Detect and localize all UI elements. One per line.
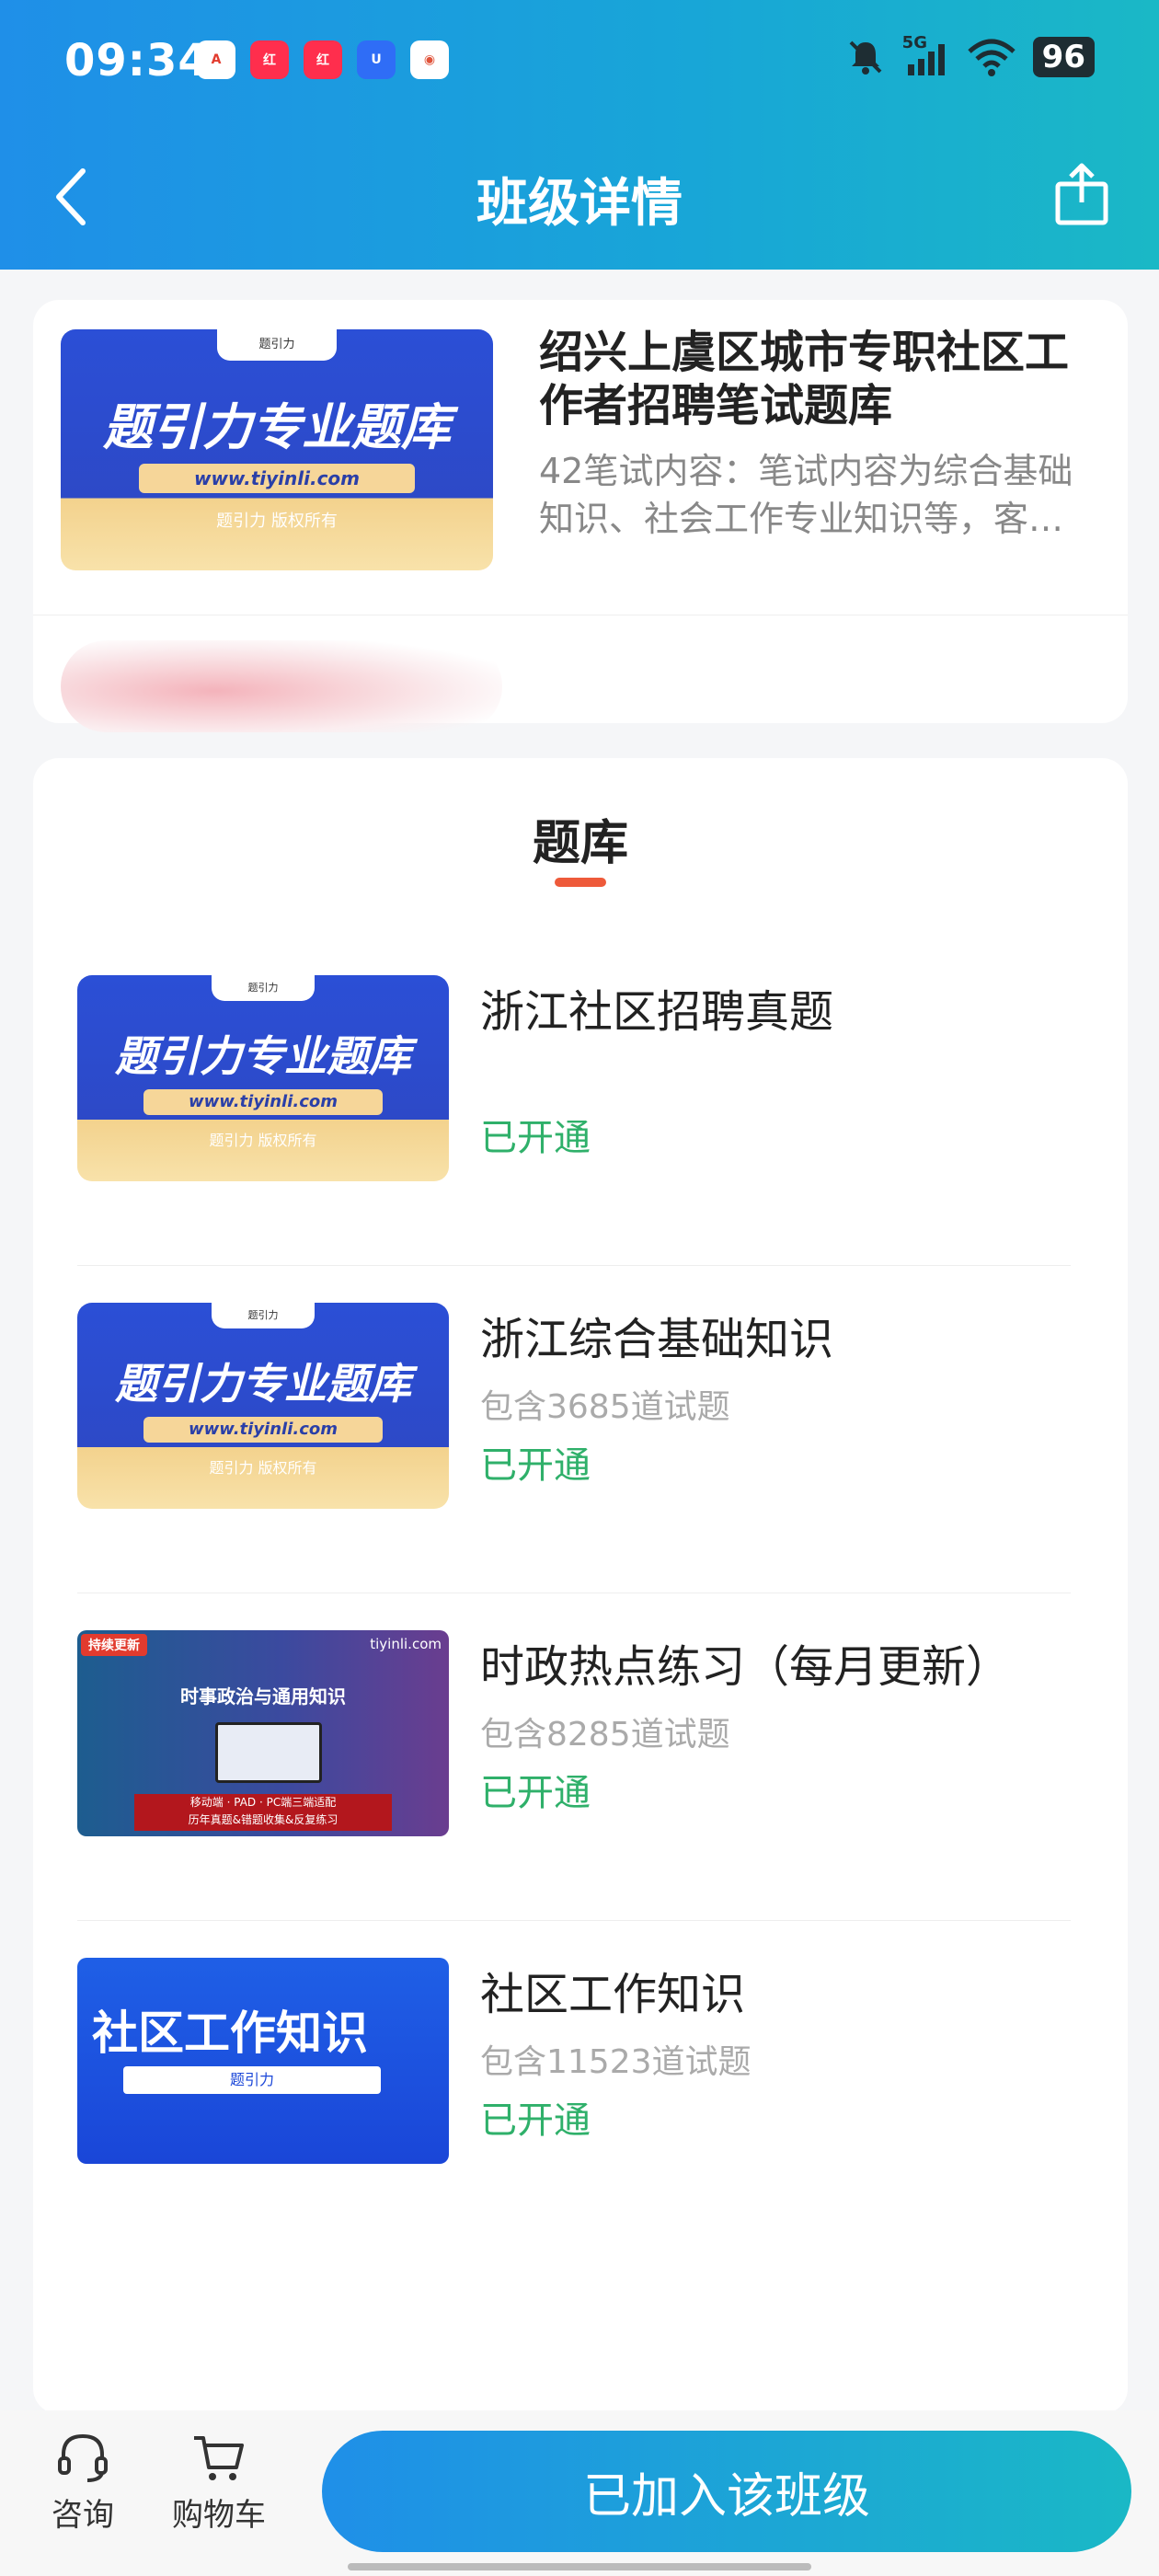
status-time: 09:34 (64, 35, 210, 86)
app-a-icon: A (197, 40, 235, 79)
question-bank-card: 题库 题引力 题引力专业题库 www.tiyinli.com 题引力 版权所有 … (33, 758, 1128, 2414)
notification-app-icons: A 红 红 U ◉ (197, 40, 449, 79)
xiaohongshu-icon: 红 (304, 40, 342, 79)
xiaohongshu-icon: 红 (250, 40, 289, 79)
cover-brand: 题引力 (123, 2066, 381, 2094)
blurred-content (61, 640, 502, 732)
bank-item[interactable]: 题引力 题引力专业题库 www.tiyinli.com 题引力 版权所有 浙江社… (77, 938, 1071, 1266)
cover-brand: 题引力 (212, 975, 315, 1001)
app-u-icon: U (357, 40, 396, 79)
wifi-icon (967, 39, 1016, 76)
item-title: 浙江社区招聘真题 (480, 986, 834, 1038)
class-info-card[interactable]: 题引力 题引力专业题库 www.tiyinli.com 题引力 版权所有 绍兴上… (33, 300, 1128, 732)
mute-bell-icon (849, 40, 882, 75)
cover-headline: 社区工作知识 (92, 2007, 368, 2060)
cover-headline: 时事政治与通用知识 (180, 1685, 346, 1708)
cover-copyright: 题引力 版权所有 (209, 1459, 317, 1477)
item-cover-image: 题引力 题引力专业题库 www.tiyinli.com 题引力 版权所有 (77, 975, 449, 1181)
bank-heading: 题库 (532, 816, 628, 871)
signal-icon: 5G (902, 33, 950, 77)
cover-headline: 题引力专业题库 (115, 1359, 411, 1409)
consult-tab[interactable]: 咨询 (18, 2431, 147, 2535)
cart-tab[interactable]: 购物车 (155, 2431, 283, 2535)
cover-headline: 题引力专业题库 (115, 1031, 411, 1081)
status-right: 5G 96 (845, 33, 1095, 77)
share-icon[interactable] (1052, 160, 1111, 226)
cover-devices-illustration (215, 1722, 322, 1783)
status-bar: 09:34 A 红 红 U ◉ 5G 96 (0, 0, 1159, 129)
item-title: 浙江综合基础知识 (480, 1314, 834, 1365)
item-status: 已开通 (480, 2099, 591, 2142)
bank-item[interactable]: 社区工作知识 题引力 社区工作知识 包含11523道试题 已开通 (77, 1921, 1071, 2248)
cover-footer-line: 移动端 · PAD · PC端三端适配 (189, 1796, 337, 1809)
cover-copyright: 题引力 版权所有 (216, 512, 338, 531)
cover-url: www.tiyinli.com (139, 464, 415, 493)
cover-copyright: 题引力 版权所有 (209, 1132, 317, 1149)
item-status: 已开通 (480, 1117, 591, 1159)
page-title: 班级详情 (476, 174, 683, 234)
home-indicator[interactable] (348, 2563, 811, 2570)
item-cover-image: 持续更新 tiyinli.com 时事政治与通用知识 移动端 · PAD · P… (77, 1630, 449, 1836)
cover-footer: 移动端 · PAD · PC端三端适配 历年真题&错题收集&反复练习 (134, 1794, 392, 1831)
cover-site: tiyinli.com (370, 1636, 442, 1652)
class-description: 42笔试内容：笔试内容为综合基础知识、社会工作专业知识等，客… (539, 451, 1073, 539)
bank-item[interactable]: 持续更新 tiyinli.com 时事政治与通用知识 移动端 · PAD · P… (77, 1593, 1071, 1921)
joined-class-button[interactable]: 已加入该班级 (322, 2431, 1131, 2552)
cover-brand: 题引力 (212, 1303, 315, 1328)
class-title: 绍兴上虞区城市专职社区工作者招聘笔试题库 (539, 327, 1070, 431)
header: 09:34 A 红 红 U ◉ 5G 96 班级详情 (0, 0, 1159, 270)
item-cover-image: 社区工作知识 题引力 (77, 1958, 449, 2164)
cart-label: 购物车 (172, 2497, 266, 2534)
item-count: 包含3685道试题 (480, 1388, 730, 1426)
cover-url: www.tiyinli.com (143, 1417, 383, 1443)
item-title: 时政热点练习（每月更新） (480, 1641, 1011, 1693)
consult-label: 咨询 (52, 2497, 114, 2534)
tab-underline (555, 878, 606, 887)
cover-headline: 题引力专业题库 (103, 398, 451, 456)
headset-icon (58, 2433, 108, 2482)
cover-brand: 题引力 (217, 329, 337, 361)
cover-tag: 持续更新 (81, 1634, 147, 1656)
game-icon: ◉ (410, 40, 449, 79)
item-count: 包含8285道试题 (480, 1716, 730, 1754)
battery-indicator: 96 (1032, 37, 1095, 77)
item-count: 包含11523道试题 (480, 2043, 752, 2081)
cover-footer-line: 历年真题&错题收集&反复练习 (188, 1813, 339, 1826)
bank-item[interactable]: 题引力 题引力专业题库 www.tiyinli.com 题引力 版权所有 浙江综… (77, 1266, 1071, 1593)
class-cover-image: 题引力 题引力专业题库 www.tiyinli.com 题引力 版权所有 (61, 329, 493, 570)
item-title: 社区工作知识 (480, 1969, 746, 2020)
item-status: 已开通 (480, 1444, 591, 1487)
cart-icon (194, 2436, 244, 2480)
bottom-bar: 咨询 购物车 已加入该班级 (0, 2410, 1159, 2576)
cover-url: www.tiyinli.com (143, 1089, 383, 1115)
item-cover-image: 题引力 题引力专业题库 www.tiyinli.com 题引力 版权所有 (77, 1303, 449, 1509)
item-status: 已开通 (480, 1772, 591, 1814)
